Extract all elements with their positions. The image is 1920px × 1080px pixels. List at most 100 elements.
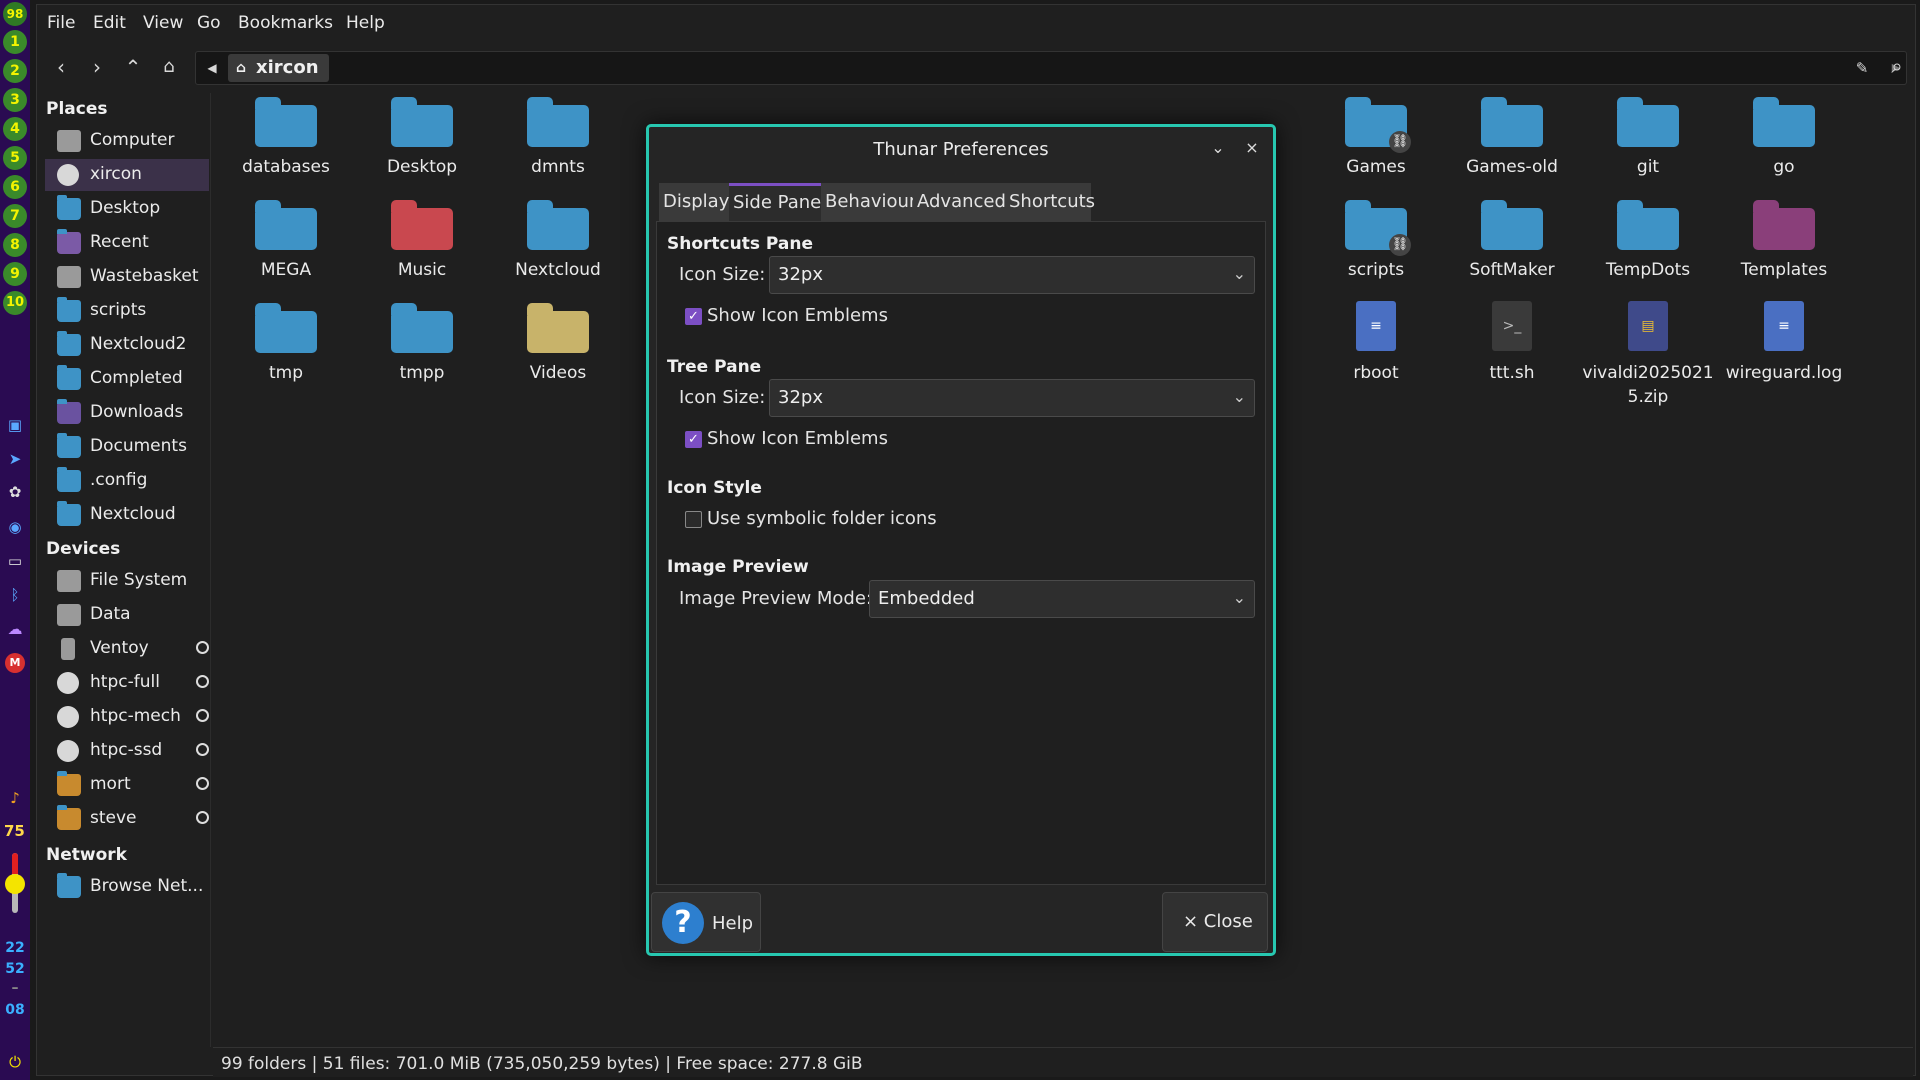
symbolic-icons-checkbox[interactable] — [685, 511, 702, 528]
sidebar-item-config[interactable]: .config — [45, 465, 209, 497]
sidebar-item-downloads[interactable]: Downloads — [45, 397, 209, 429]
sidebar-item-htpc-ssd[interactable]: htpc-ssd — [45, 735, 209, 767]
sidebar-item-htpc-mech[interactable]: htpc-mech — [45, 701, 209, 733]
minimize-icon[interactable]: ⌄ — [1207, 137, 1229, 159]
cloud-tray-icon[interactable]: ☁ — [5, 619, 25, 639]
tree-emblems-checkbox[interactable]: ✓ — [685, 431, 702, 448]
help-button[interactable]: ? Help — [651, 892, 761, 952]
volume-knob[interactable] — [5, 874, 25, 894]
eject-icon[interactable] — [196, 777, 209, 790]
eject-icon[interactable] — [196, 675, 209, 688]
file-item[interactable]: MEGA — [218, 198, 354, 282]
workspace-2[interactable]: 2 — [3, 59, 27, 83]
file-item[interactable]: ≡ wireguard.log — [1716, 301, 1852, 385]
eject-icon[interactable] — [196, 743, 209, 756]
sidebar-item-mort[interactable]: mort — [45, 769, 209, 801]
sidebar-item-browse-network[interactable]: Browse Net... — [45, 871, 209, 903]
file-item[interactable]: databases — [218, 95, 354, 179]
sidebar-item-wastebasket[interactable]: Wastebasket — [45, 261, 209, 293]
menu-go[interactable]: Go — [197, 13, 221, 33]
home-icon[interactable]: ⌂ — [155, 53, 183, 81]
image-preview-mode-select[interactable]: Embedded ⌄ — [869, 580, 1255, 618]
sidebar-item-computer[interactable]: Computer — [45, 125, 209, 157]
file-item[interactable]: ⛓ Games — [1308, 95, 1444, 179]
sidebar-item-data[interactable]: Data — [45, 599, 209, 631]
sidebar-item-nextcloud2[interactable]: Nextcloud2 — [45, 329, 209, 361]
workspace-6[interactable]: 6 — [3, 175, 27, 199]
menu-edit[interactable]: Edit — [93, 13, 126, 33]
search-icon[interactable]: ⌕ — [1883, 52, 1911, 80]
navigation-tray-icon[interactable]: ➤ — [5, 449, 25, 469]
file-item[interactable]: SoftMaker — [1444, 198, 1580, 282]
wifi-icon[interactable]: ◉ — [5, 517, 25, 537]
eject-icon[interactable] — [196, 641, 209, 654]
file-item[interactable]: Videos — [490, 301, 626, 385]
workspace-10[interactable]: 10 — [3, 291, 27, 315]
drive-tray-icon[interactable]: ▭ — [5, 551, 25, 571]
file-item[interactable]: >_ ttt.sh — [1444, 301, 1580, 385]
forward-icon[interactable]: › — [83, 53, 111, 81]
workspace-9[interactable]: 9 — [3, 262, 27, 286]
app-tray-icon[interactable]: ▣ — [5, 415, 25, 435]
close-icon[interactable]: × — [1241, 137, 1263, 159]
tab-side-pane[interactable]: Side Pane — [729, 183, 821, 221]
file-item[interactable]: Music — [354, 198, 490, 282]
power-icon[interactable]: ⏻ — [5, 1052, 25, 1072]
file-item[interactable]: Nextcloud — [490, 198, 626, 282]
edit-location-icon[interactable]: ✎ — [1848, 54, 1876, 82]
menu-bookmarks[interactable]: Bookmarks — [238, 13, 333, 33]
file-item[interactable]: TempDots — [1580, 198, 1716, 282]
sidebar-item-recent[interactable]: Recent — [45, 227, 209, 259]
file-item[interactable]: Desktop — [354, 95, 490, 179]
eject-icon[interactable] — [196, 709, 209, 722]
sidebar-item-filesystem[interactable]: File System — [45, 565, 209, 597]
workspace-1[interactable]: 1 — [3, 30, 27, 54]
sidebar-item-scripts[interactable]: scripts — [45, 295, 209, 327]
back-icon[interactable]: ‹ — [47, 53, 75, 81]
sidebar-item-steve[interactable]: steve — [45, 803, 209, 835]
sidebar-item-completed[interactable]: Completed — [45, 363, 209, 395]
breadcrumb-home[interactable]: ⌂ xircon — [228, 54, 329, 82]
file-item[interactable]: ≡ rboot — [1308, 301, 1444, 385]
file-item[interactable]: tmp — [218, 301, 354, 385]
tab-advanced[interactable]: Advanced — [913, 183, 1006, 221]
tab-behaviour[interactable]: Behaviour — [821, 183, 916, 221]
sidebar-item-htpc-full[interactable]: htpc-full — [45, 667, 209, 699]
sidebar-item-desktop[interactable]: Desktop — [45, 193, 209, 225]
file-item[interactable]: ⛓ scripts — [1308, 198, 1444, 282]
crumb-left-icon[interactable]: ◀ — [198, 54, 226, 82]
up-icon[interactable]: ⌃ — [119, 53, 147, 81]
eject-icon[interactable] — [196, 811, 209, 824]
file-item[interactable]: Templates — [1716, 198, 1852, 282]
workspace-8[interactable]: 8 — [3, 233, 27, 257]
menu-file[interactable]: File — [47, 13, 75, 33]
speaker-muted-icon[interactable]: ♪ — [5, 788, 25, 808]
shortcuts-icon-size-select[interactable]: 32px ⌄ — [769, 256, 1255, 294]
file-item[interactable]: go — [1716, 95, 1852, 179]
sidebar-item-nextcloud[interactable]: Nextcloud — [45, 499, 209, 531]
flower-tray-icon[interactable]: ✿ — [5, 482, 25, 502]
workspace-98[interactable]: 98 — [3, 2, 27, 26]
workspace-5[interactable]: 5 — [3, 146, 27, 170]
shortcuts-emblems-checkbox[interactable]: ✓ — [685, 308, 702, 325]
file-item[interactable]: ▤ vivaldi20250215.zip — [1580, 301, 1716, 409]
tree-icon-size-select[interactable]: 32px ⌄ — [769, 379, 1255, 417]
menu-view[interactable]: View — [143, 13, 183, 33]
tab-display[interactable]: Display — [659, 183, 729, 221]
workspace-3[interactable]: 3 — [3, 88, 27, 112]
close-button[interactable]: × Close — [1162, 892, 1268, 952]
file-item[interactable]: dmnts — [490, 95, 626, 179]
mail-tray-icon[interactable]: M — [5, 653, 25, 673]
sidebar-item-xircon[interactable]: xircon — [45, 159, 209, 191]
file-item[interactable]: git — [1580, 95, 1716, 179]
workspace-4[interactable]: 4 — [3, 117, 27, 141]
file-item[interactable]: Games-old — [1444, 95, 1580, 179]
file-item[interactable]: tmpp — [354, 301, 490, 385]
location-bar[interactable]: ◀ ⌂ xircon ✎ ▶ — [195, 51, 1907, 85]
bluetooth-icon[interactable]: ᛒ — [5, 585, 25, 605]
workspace-7[interactable]: 7 — [3, 204, 27, 228]
tab-shortcuts[interactable]: Shortcuts — [1005, 183, 1095, 221]
sidebar-item-documents[interactable]: Documents — [45, 431, 209, 463]
sidebar-item-ventoy[interactable]: Ventoy — [45, 633, 209, 665]
menu-help[interactable]: Help — [346, 13, 385, 33]
